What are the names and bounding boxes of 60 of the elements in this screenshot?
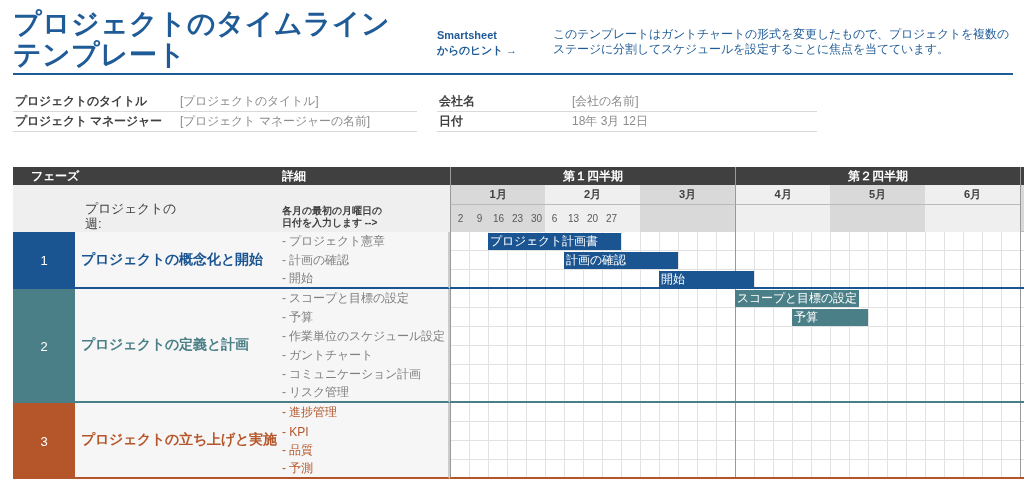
column-heading: フェーズ [13, 167, 280, 185]
quarter-heading: 第２四半期 [735, 167, 1020, 185]
field-value: [プロジェクト マネージャーの名前] [180, 113, 371, 130]
phase-name: プロジェクトの立ち上げと実施 [75, 403, 280, 479]
week-date: 6 [550, 213, 559, 224]
task-detail: - コミュニケーション計画 [280, 365, 450, 384]
month-heading: 6月 [925, 185, 1020, 205]
field-value: [会社の名前] [572, 93, 640, 110]
tip-heading: からのヒント → [437, 43, 519, 58]
quarter-heading: 第１四半期 [450, 167, 735, 185]
field-value: [プロジェクトのタイトル] [180, 93, 320, 110]
column-heading: 詳細 [280, 167, 450, 185]
column-hint: 各月の最初の月曜日の日付を入力します --> [282, 205, 383, 229]
header-block [1020, 185, 1024, 232]
phase-name: プロジェクトの概念化と開始 [75, 232, 280, 289]
field-label: 会社名 [438, 93, 476, 110]
task-detail: - リスク管理 [280, 384, 450, 403]
task-detail: - 予測 [280, 460, 450, 479]
week-date: 2 [456, 213, 465, 224]
week-date: 23 [510, 213, 525, 224]
gantt-bar: 予算 [792, 309, 868, 326]
gantt-bar: 開始 [659, 271, 754, 288]
week-date: 9 [475, 213, 484, 224]
gantt-bar: スコープと目標の設定 [735, 290, 859, 307]
field-label: 日付 [438, 113, 464, 130]
task-detail: - スコープと目標の設定 [280, 289, 450, 308]
phase-name: プロジェクトの定義と計画 [75, 289, 280, 403]
week-date: 30 [529, 213, 544, 224]
task-detail: - 開始 [280, 270, 450, 289]
task-detail: - 進捗管理 [280, 403, 450, 422]
task-detail: - 予算 [280, 308, 450, 327]
task-detail: - ガントチャート [280, 346, 450, 365]
tip-heading: Smartsheet [437, 28, 498, 43]
phase-number: 3 [13, 403, 75, 479]
month-heading: 1月 [450, 185, 545, 205]
phase-number: 1 [13, 232, 75, 289]
gantt-bar: プロジェクト計画書 [488, 233, 621, 250]
phase-number: 2 [13, 289, 75, 403]
page-title: プロジェクトのタイムライン [13, 8, 391, 39]
week-date: 20 [585, 213, 600, 224]
header-bar [1020, 167, 1024, 185]
week-date: 27 [604, 213, 619, 224]
week-date: 16 [491, 213, 506, 224]
page-title: テンプレート [13, 39, 187, 70]
field-label: プロジェクト マネージャー [14, 113, 164, 130]
month-heading: 3月 [640, 185, 735, 205]
field-label: プロジェクトのタイトル [14, 93, 148, 110]
task-detail: - 作業単位のスケジュール設定 [280, 327, 450, 346]
tip-description: このテンプレートはガントチャートの形式を変更したもので、プロジェクトを複数のステージに分割してスケジュールを設定することに焦点を当てています。 [553, 26, 1010, 58]
week-date: 13 [566, 213, 581, 224]
task-detail: - 品質 [280, 441, 450, 460]
gantt-bar: 計画の確認 [564, 252, 678, 269]
task-detail: - KPI [280, 422, 450, 441]
month-heading: 4月 [735, 185, 830, 205]
task-detail: - プロジェクト憲章 [280, 232, 450, 251]
month-heading: 5月 [830, 185, 925, 205]
month-heading: 2月 [545, 185, 640, 205]
row-label: プロジェクトの週: [85, 201, 177, 231]
task-detail: - 計画の確認 [280, 251, 450, 270]
field-value: 18年 3月 12日 [572, 113, 650, 130]
